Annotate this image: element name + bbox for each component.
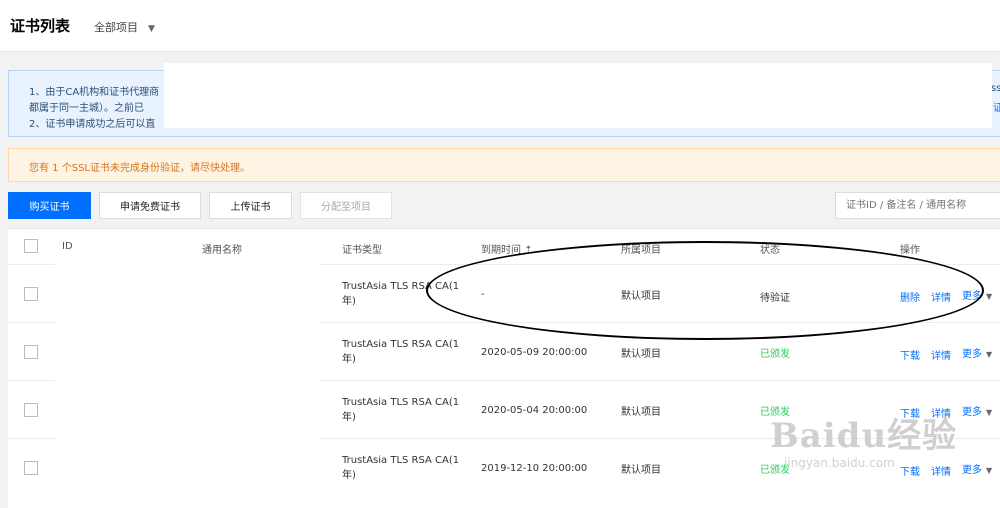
upload-certificate-button[interactable]: 上传证书: [209, 192, 292, 219]
details-link[interactable]: 详情: [931, 347, 951, 362]
notice-line-1-tail: ss: [991, 83, 1000, 94]
notice-line-2-link[interactable]: 证: [993, 99, 1000, 114]
sort-icon[interactable]: ⇡: [524, 245, 532, 256]
more-menu[interactable]: 更多 ▼: [962, 287, 992, 302]
page-title: 证书列表: [10, 17, 71, 35]
project-name: 默认项目: [621, 349, 661, 360]
cert-type: TrustAsia TLS RSA CA(1年): [342, 339, 460, 365]
chevron-down-icon: ▼: [986, 466, 993, 475]
more-link-label: 更多: [962, 465, 982, 476]
cert-type: TrustAsia TLS RSA CA(1年): [342, 397, 460, 423]
expire-time: 2020-05-04 20:00:00: [481, 405, 588, 416]
chevron-down-icon: ▼: [986, 408, 993, 417]
redaction-overlay: [55, 260, 319, 500]
more-link-label: 更多: [962, 407, 982, 418]
verification-warning: 您有 1 个SSL证书未完成身份验证，请尽快处理。: [8, 148, 1000, 182]
more-menu[interactable]: 更多 ▼: [962, 403, 992, 418]
project-select-value: 全部项目: [94, 21, 138, 34]
col-header-status: 状态: [760, 245, 780, 256]
project-name: 默认项目: [621, 407, 661, 418]
row-checkbox[interactable]: [24, 345, 38, 359]
redaction-overlay: [164, 63, 992, 128]
apply-free-certificate-button[interactable]: 申请免费证书: [99, 192, 201, 219]
notice-line-1: 1、由于CA机构和证书代理商: [29, 87, 160, 98]
notice-line-2: 都属于同一主城）。之前已: [29, 103, 144, 114]
download-link[interactable]: 下载: [900, 463, 920, 478]
row-checkbox[interactable]: [24, 461, 38, 475]
chevron-down-icon: ▼: [986, 350, 993, 359]
more-menu[interactable]: 更多 ▼: [962, 461, 992, 476]
status-badge: 待验证: [760, 293, 790, 304]
caret-down-icon: ▼: [148, 24, 155, 34]
select-all-checkbox[interactable]: [24, 239, 38, 253]
details-link[interactable]: 详情: [931, 405, 951, 420]
col-header-expire-label: 到期时间: [481, 245, 521, 256]
details-link[interactable]: 详情: [931, 463, 951, 478]
buy-certificate-button[interactable]: 购买证书: [8, 192, 91, 219]
top-bar: 证书列表 全部项目 ▼: [0, 0, 1000, 52]
cert-type: TrustAsia TLS RSA CA(1年): [342, 281, 460, 307]
status-badge: 已颁发: [760, 465, 790, 476]
col-header-project: 所属项目: [621, 245, 661, 256]
search-input[interactable]: [835, 192, 1000, 219]
download-link[interactable]: 下载: [900, 405, 920, 420]
col-header-cert-type: 证书类型: [342, 245, 382, 256]
row-checkbox[interactable]: [24, 287, 38, 301]
project-name: 默认项目: [621, 291, 661, 302]
col-header-expire[interactable]: 到期时间 ⇡: [481, 241, 533, 256]
download-link[interactable]: 下载: [900, 347, 920, 362]
delete-link[interactable]: 删除: [900, 289, 920, 304]
status-badge: 已颁发: [760, 349, 790, 360]
expire-time: 2020-05-09 20:00:00: [481, 347, 588, 358]
warning-text: 您有 1 个SSL证书未完成身份验证，请尽快处理。: [29, 163, 250, 174]
col-header-common-name: 通用名称: [202, 245, 242, 256]
more-link-label: 更多: [962, 349, 982, 360]
cert-type: TrustAsia TLS RSA CA(1年): [342, 455, 460, 481]
more-menu[interactable]: 更多 ▼: [962, 345, 992, 360]
project-select[interactable]: 全部项目 ▼: [94, 19, 155, 35]
row-checkbox[interactable]: [24, 403, 38, 417]
notice-line-3: 2、证书申请成功之后可以直: [29, 119, 156, 130]
status-badge: 已颁发: [760, 407, 790, 418]
chevron-down-icon: ▼: [986, 292, 993, 301]
expire-time: 2019-12-10 20:00:00: [481, 463, 588, 474]
col-header-id: ID: [62, 241, 73, 252]
more-link-label: 更多: [962, 291, 982, 302]
project-name: 默认项目: [621, 465, 661, 476]
expire-time: -: [481, 289, 485, 300]
assign-project-button[interactable]: 分配至项目: [300, 192, 392, 219]
details-link[interactable]: 详情: [931, 289, 951, 304]
col-header-actions: 操作: [900, 245, 920, 256]
